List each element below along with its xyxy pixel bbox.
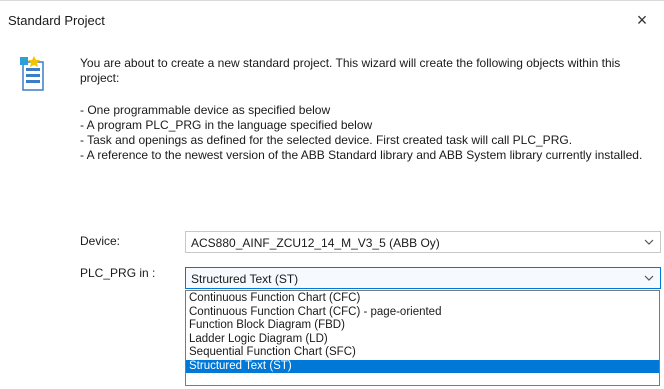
chevron-down-icon: [644, 275, 654, 281]
dropdown-option-cfc[interactable]: Continuous Function Chart (CFC): [186, 292, 659, 306]
chevron-down-icon: [644, 239, 654, 245]
plc-prg-language-value: Structured Text (ST): [191, 272, 299, 286]
close-icon: ×: [636, 9, 648, 30]
plc-prg-language-dropdown[interactable]: Structured Text (ST): [185, 267, 661, 289]
list-item: - One programmable device as specified b…: [80, 103, 331, 117]
dropdown-option-st[interactable]: Structured Text (ST): [186, 359, 659, 373]
dropdown-option-cfc-page-oriented[interactable]: Continuous Function Chart (CFC) - page-o…: [186, 306, 659, 320]
device-dropdown[interactable]: ACS880_AINF_ZCU12_14_M_V3_5 (ABB Oy): [185, 231, 661, 253]
dropdown-option-ld[interactable]: Ladder Logic Diagram (LD): [186, 333, 659, 347]
plc-prg-label: PLC_PRG in :: [80, 266, 156, 280]
title-bar: Standard Project ×: [0, 0, 664, 41]
intro-text: You are about to create a new standard p…: [80, 56, 621, 85]
language-dropdown-list: Continuous Function Chart (CFC) Continuo…: [185, 290, 660, 386]
dropdown-option-fbd[interactable]: Function Block Diagram (FBD): [186, 319, 659, 333]
device-value: ACS880_AINF_ZCU12_14_M_V3_5 (ABB Oy): [191, 236, 440, 250]
device-label: Device:: [80, 234, 121, 248]
list-item: - A program PLC_PRG in the language spec…: [80, 118, 373, 132]
window-title: Standard Project: [8, 13, 105, 28]
list-item: - Task and openings as defined for the s…: [80, 133, 573, 147]
new-project-wizard-icon: [20, 54, 46, 92]
list-item: - A reference to the newest version of t…: [80, 148, 643, 162]
close-button[interactable]: ×: [624, 5, 660, 35]
dropdown-option-sfc[interactable]: Sequential Function Chart (SFC): [186, 346, 659, 360]
objects-list: - One programmable device as specified b…: [80, 103, 655, 163]
